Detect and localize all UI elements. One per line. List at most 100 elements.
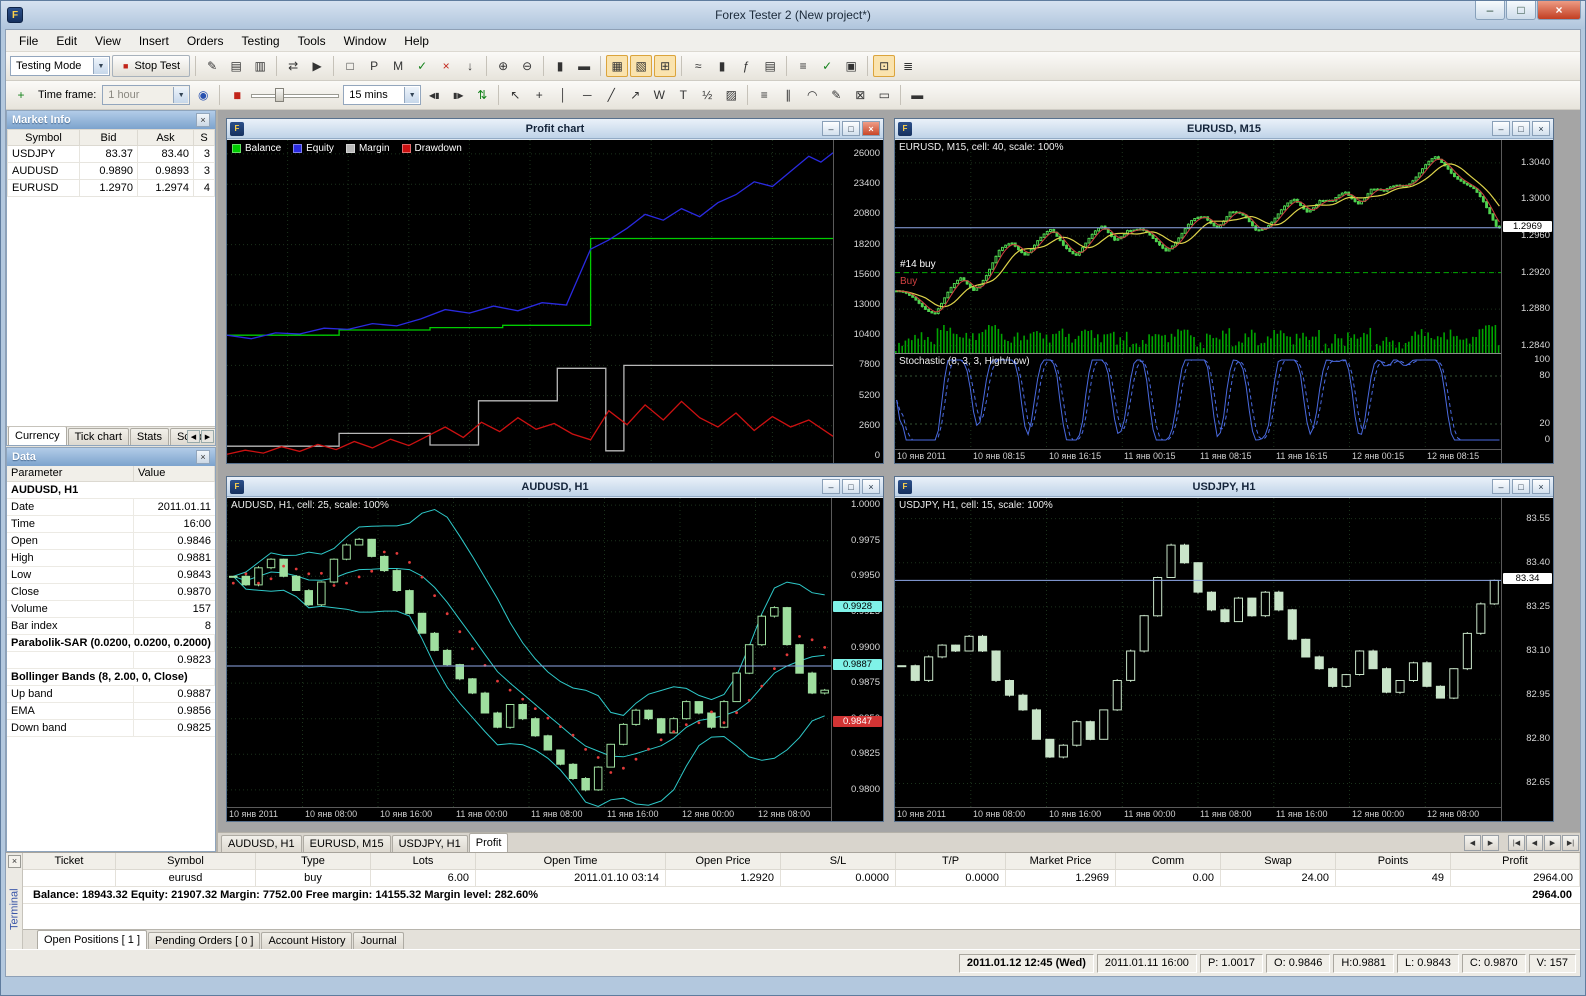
edit-chart-icon[interactable]: ✎ (201, 55, 223, 77)
market-row-usdjpy[interactable]: USDJPY 83.37 83.40 3 (8, 146, 215, 163)
profit-chart-canvas[interactable]: BalanceEquityMarginDrawdown0260052007800… (227, 140, 883, 463)
data-panel-header[interactable]: Data × (7, 448, 215, 466)
line-chart-icon[interactable]: ≈ (687, 55, 709, 77)
close-button[interactable]: × (1537, 1, 1581, 20)
play-pause-icon[interactable]: ▶ (306, 55, 328, 77)
zoom-in-icon[interactable]: ⊕ (492, 55, 514, 77)
tab-tick-chart[interactable]: Tick chart (68, 428, 129, 445)
menu-testing[interactable]: Testing (233, 31, 289, 51)
chart-tab-eurusd[interactable]: EURUSD, M15 (303, 835, 391, 852)
maximize-button[interactable]: □ (1512, 121, 1530, 136)
fibonacci-tool-icon[interactable]: ½ (696, 84, 718, 106)
candle-chart-icon[interactable]: ▮ (711, 55, 733, 77)
eraser-tool-icon[interactable]: ▭ (873, 84, 895, 106)
wide-bars-icon[interactable]: ▬ (573, 55, 595, 77)
data-row[interactable]: Parabolik-SAR (0.0200, 0.0200, 0.2000) (7, 635, 215, 652)
download-document-icon[interactable]: ↓ (459, 55, 481, 77)
pause-test-icon[interactable]: ▮▮ (225, 84, 247, 106)
market-row-audusd[interactable]: AUDUSD 0.9890 0.9893 3 (8, 163, 215, 180)
new-chart-window-icon[interactable]: ⊞ (654, 55, 676, 77)
price-scale[interactable]: 83.5583.4083.2583.1082.9582.8082.6583.34 (1501, 498, 1553, 821)
indicators-icon[interactable]: ƒ (735, 55, 757, 77)
data-row[interactable]: Close0.9870 (7, 584, 215, 601)
step-back-icon[interactable]: ◀▮ (423, 84, 445, 106)
vertical-levels-icon[interactable]: ∥ (777, 84, 799, 106)
tab-pending-orders[interactable]: Pending Orders [ 0 ] (148, 932, 260, 949)
menu-edit[interactable]: Edit (47, 31, 86, 51)
autoscroll-icon[interactable]: ⇅ (471, 84, 493, 106)
data-row[interactable]: AUDUSD, H1 (7, 482, 215, 499)
minimize-button[interactable]: – (1492, 121, 1510, 136)
tab-account-history[interactable]: Account History (261, 932, 352, 949)
slider-thumb[interactable] (275, 88, 284, 102)
horizontal-line-tool-icon[interactable]: ─ (576, 84, 598, 106)
minimize-button[interactable]: – (1475, 1, 1505, 20)
tab-open-positions[interactable]: Open Positions [ 1 ] (37, 930, 147, 949)
speed-slider[interactable] (249, 85, 341, 105)
usdjpy-window-titlebar[interactable]: F USDJPY, H1 – □ × (895, 477, 1553, 497)
close-button[interactable]: × (1532, 479, 1550, 494)
next-chart-icon[interactable]: ▶ (1544, 835, 1561, 851)
close-icon[interactable]: × (196, 113, 210, 127)
position-row[interactable]: eurusd buy 6.00 2011.01.10 03:14 1.2920 … (23, 870, 1580, 887)
paint-roller-icon[interactable]: ▬ (906, 84, 928, 106)
chart-tab-audusd[interactable]: AUDUSD, H1 (221, 835, 302, 852)
maximize-button[interactable]: □ (842, 479, 860, 494)
audusd-chart-canvas[interactable]: 1.00000.99750.99500.99250.99000.98750.98… (227, 498, 883, 821)
speed-select[interactable]: 15 mins ▼ (343, 85, 421, 105)
price-chart-plot[interactable] (227, 498, 831, 807)
step-forward-icon[interactable]: ▮▶ (447, 84, 469, 106)
notes-icon[interactable]: ≡ (792, 55, 814, 77)
testing-mode-select[interactable]: Testing Mode ▼ (10, 56, 110, 76)
terminal-close-icon[interactable]: × (8, 855, 21, 868)
data-row[interactable]: Low0.9843 (7, 567, 215, 584)
copy-icon[interactable]: ▤ (225, 55, 247, 77)
price-scale[interactable]: 1.00000.99750.99500.99250.99000.98750.98… (831, 498, 883, 821)
eurusd-window-titlebar[interactable]: F EURUSD, M15 – □ × (895, 119, 1553, 139)
points-document-icon[interactable]: P (363, 55, 385, 77)
price-chart-plot[interactable] (895, 140, 1501, 353)
ray-tool-icon[interactable]: ↗ (624, 84, 646, 106)
close-icon[interactable]: × (196, 450, 210, 464)
stochastic-plot[interactable] (895, 354, 1501, 450)
profit-plot[interactable] (227, 140, 833, 463)
globe-icon[interactable]: ◉ (192, 84, 214, 106)
text-tool-icon[interactable]: T (672, 84, 694, 106)
menu-tools[interactable]: Tools (289, 31, 335, 51)
vertical-line-tool-icon[interactable]: │ (552, 84, 574, 106)
data-row[interactable]: EMA0.9856 (7, 703, 215, 720)
data-row[interactable]: Date2011.01.11 (7, 499, 215, 516)
prev-chart-icon[interactable]: ◀ (1526, 835, 1543, 851)
close-button[interactable]: × (862, 121, 880, 136)
data-row[interactable]: Volume157 (7, 601, 215, 618)
eurusd-chart-canvas[interactable]: Stochastic (8, 3, 3, High/Low)1.30401.30… (895, 140, 1553, 463)
pencil-tool-icon[interactable]: ✎ (825, 84, 847, 106)
minimize-button[interactable]: – (1492, 479, 1510, 494)
maximize-button[interactable]: □ (1512, 479, 1530, 494)
reject-document-icon[interactable]: × (435, 55, 457, 77)
sync-charts-icon[interactable]: ⇄ (282, 55, 304, 77)
grid-toggle-icon[interactable]: ▦ (606, 55, 628, 77)
tab-currency[interactable]: Currency (8, 426, 67, 445)
tab-scroll-right-icon[interactable]: ▶ (1482, 835, 1499, 851)
data-row[interactable]: Bar index8 (7, 618, 215, 635)
zoom-out-icon[interactable]: ⊖ (516, 55, 538, 77)
menu-file[interactable]: File (10, 31, 47, 51)
minimize-button[interactable]: – (822, 479, 840, 494)
menu-orders[interactable]: Orders (178, 31, 233, 51)
add-timeframe-icon[interactable]: + (10, 84, 32, 106)
spotlight-window-icon[interactable]: ⊡ (873, 55, 895, 77)
new-document-icon[interactable]: □ (339, 55, 361, 77)
camera-icon[interactable]: ▣ (840, 55, 862, 77)
narrow-bars-icon[interactable]: ▮ (549, 55, 571, 77)
data-row[interactable]: Down band0.9825 (7, 720, 215, 737)
window-list-icon[interactable]: ≣ (897, 55, 919, 77)
minimize-button[interactable]: – (822, 121, 840, 136)
tab-journal[interactable]: Journal (353, 932, 403, 949)
market-row-eurusd[interactable]: EURUSD 1.2970 1.2974 4 (8, 180, 215, 197)
close-button[interactable]: × (1532, 121, 1550, 136)
menu-view[interactable]: View (86, 31, 130, 51)
data-row[interactable]: Bollinger Bands (8, 2.00, 0, Close) (7, 669, 215, 686)
wave-tool-icon[interactable]: W (648, 84, 670, 106)
close-button[interactable]: × (862, 479, 880, 494)
